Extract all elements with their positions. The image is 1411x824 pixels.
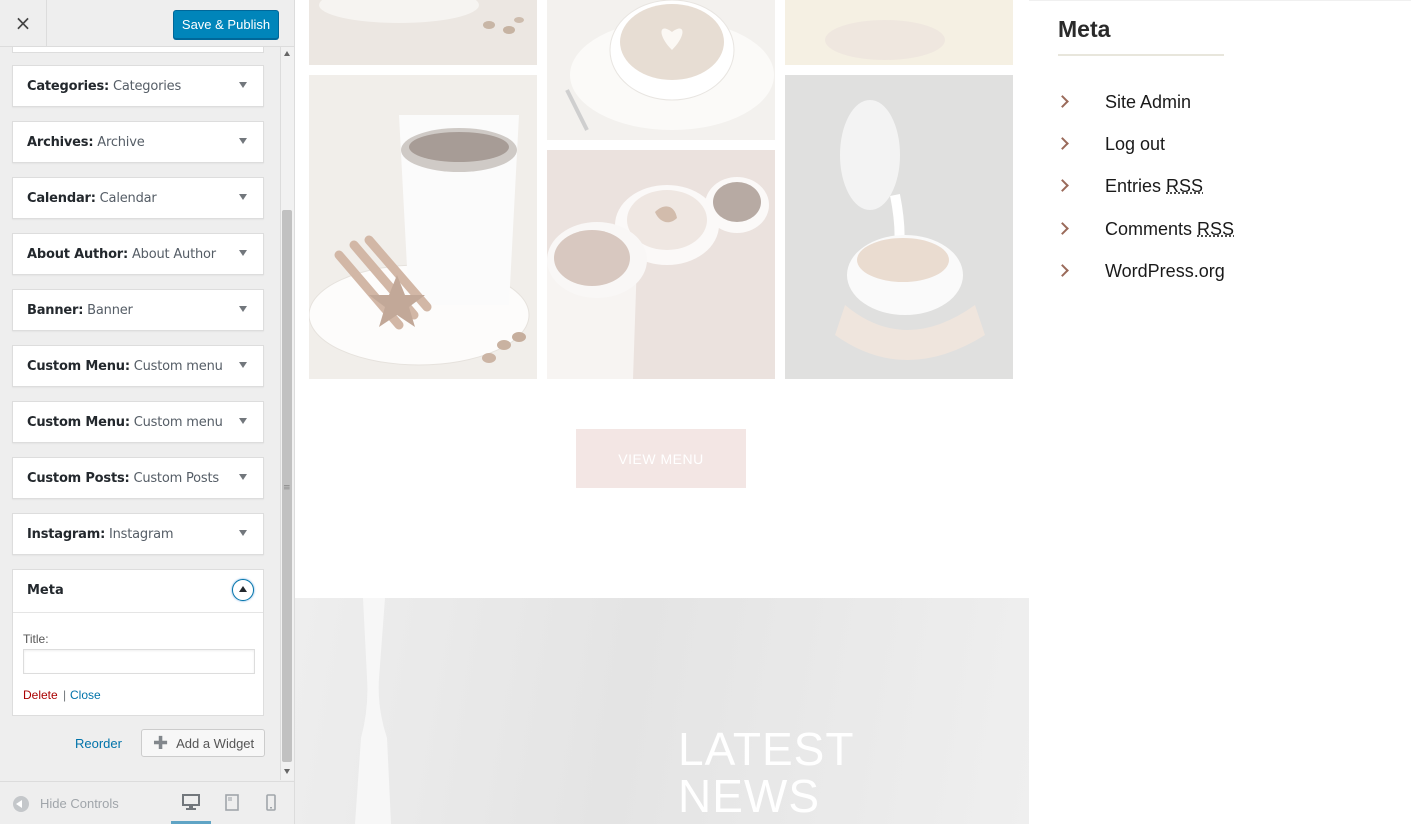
add-widget-button[interactable]: ✚ Add a Widget: [141, 729, 265, 757]
widget-title: Categories: [112, 79, 182, 94]
widget-item-meta-expanded: Meta Title: Delete | Close: [12, 569, 264, 716]
close-customizer-button[interactable]: ×: [0, 0, 47, 46]
expand-arrow-icon[interactable]: [239, 362, 247, 368]
coffee-cups-image: [547, 150, 775, 379]
scroll-down-arrow-icon[interactable]: [284, 769, 290, 774]
widget-item-archives[interactable]: Archives: Archive: [12, 121, 264, 163]
widget-type: About Author: [27, 247, 124, 262]
spoon-image: [355, 598, 391, 824]
desktop-icon[interactable]: [182, 794, 200, 810]
plus-icon: ✚: [153, 733, 169, 753]
widget-type: Meta: [27, 583, 64, 598]
site-preview: VIEW MENU LATEST NEWS Meta Site Admin Lo…: [295, 0, 1411, 824]
save-publish-button[interactable]: Save & Publish: [173, 10, 279, 39]
title-field[interactable]: [23, 649, 255, 674]
close-widget-link[interactable]: Close: [70, 688, 101, 702]
customizer-header: × Save & Publish: [0, 0, 294, 47]
widget-item-custom-menu[interactable]: Custom Menu: Custom menu: [12, 345, 264, 387]
preview-content: VIEW MENU LATEST NEWS: [295, 0, 1029, 824]
add-widget-label: Add a Widget: [176, 735, 255, 751]
expand-arrow-icon[interactable]: [239, 194, 247, 200]
widget-title: Banner: [87, 303, 133, 318]
expand-arrow-icon[interactable]: [239, 474, 247, 480]
delete-widget-link[interactable]: Delete: [23, 688, 58, 702]
widget-type: Banner: [27, 303, 79, 318]
widget-item-custom-menu-2[interactable]: Custom Menu: Custom menu: [12, 401, 264, 443]
view-menu-button[interactable]: VIEW MENU: [576, 429, 746, 488]
collapse-arrow-icon[interactable]: [232, 579, 254, 601]
reorder-widgets-link[interactable]: Reorder: [75, 736, 122, 751]
meta-widget-title: Meta: [1058, 16, 1111, 42]
widget-item-custom-posts[interactable]: Custom Posts: Custom Posts: [12, 457, 264, 499]
hide-controls-icon[interactable]: [13, 796, 29, 812]
expand-arrow-icon[interactable]: [239, 138, 247, 144]
chevron-right-icon: [1056, 222, 1069, 235]
widget-title: Calendar: [99, 191, 157, 206]
pouring-milk-image: [785, 75, 1013, 379]
widget-item-banner[interactable]: Banner: Banner: [12, 289, 264, 331]
coffee-beans-image: [309, 0, 537, 65]
site-sidebar-meta-widget: Meta Site Admin Log out Entries RSS Comm…: [1029, 0, 1411, 824]
widget-title: Instagram: [109, 527, 174, 542]
tablet-icon[interactable]: [225, 794, 239, 811]
sidebar-scrollbar[interactable]: ≡: [280, 47, 294, 780]
coffee-cup-cinnamon-image: [309, 75, 537, 379]
widget-type: Instagram: [27, 527, 101, 542]
latest-news-heading: LATEST NEWS: [678, 723, 855, 822]
widget-type: Custom Menu: [27, 359, 125, 374]
meta-widget-header[interactable]: Meta: [13, 570, 263, 613]
widget-type: Custom Menu: [27, 415, 125, 430]
title-field-label: Title:: [23, 632, 49, 646]
widget-type: Categories: [27, 79, 105, 94]
hide-controls-label[interactable]: Hide Controls: [40, 796, 119, 811]
chevron-right-icon: [1056, 264, 1069, 277]
widget-title: Custom Posts: [133, 471, 219, 486]
widget-title: About Author: [131, 247, 216, 262]
chevron-right-icon: [1056, 137, 1069, 150]
widget-list: Categories: Categories Archives: Archive…: [0, 47, 280, 780]
expand-arrow-icon[interactable]: [239, 306, 247, 312]
customizer-footer: Hide Controls: [0, 781, 294, 824]
link-separator: |: [63, 688, 67, 702]
expand-arrow-icon[interactable]: [239, 250, 247, 256]
title-underline: [1058, 54, 1224, 56]
widget-title: Custom menu: [133, 359, 223, 374]
widget-item-instagram[interactable]: Instagram: Instagram: [12, 513, 264, 555]
chevron-right-icon: [1056, 95, 1069, 108]
expand-arrow-icon[interactable]: [239, 418, 247, 424]
scroll-up-arrow-icon[interactable]: [284, 51, 290, 56]
expand-arrow-icon[interactable]: [239, 530, 247, 536]
widget-title: Custom menu: [133, 415, 223, 430]
chevron-right-icon: [1056, 179, 1069, 192]
widget-item-calendar[interactable]: Calendar: Calendar: [12, 177, 264, 219]
widget-item-about-author[interactable]: About Author: About Author: [12, 233, 264, 275]
customizer-sidebar: × Save & Publish Categories: Categories …: [0, 0, 295, 824]
widget-item-partial[interactable]: [12, 47, 264, 53]
expand-arrow-icon[interactable]: [239, 82, 247, 88]
widget-type: Calendar: [27, 191, 91, 206]
mobile-icon[interactable]: [266, 794, 276, 811]
widget-type: Archives: [27, 135, 89, 150]
coffee-hands-image: [785, 0, 1013, 65]
latte-art-image: [547, 0, 775, 140]
widget-type: Custom Posts: [27, 471, 125, 486]
latest-news-section: LATEST NEWS: [295, 598, 1029, 824]
widget-title: Archive: [97, 135, 145, 150]
widget-item-categories[interactable]: Categories: Categories: [12, 65, 264, 107]
scrollbar-grip-icon: ≡: [283, 483, 291, 493]
